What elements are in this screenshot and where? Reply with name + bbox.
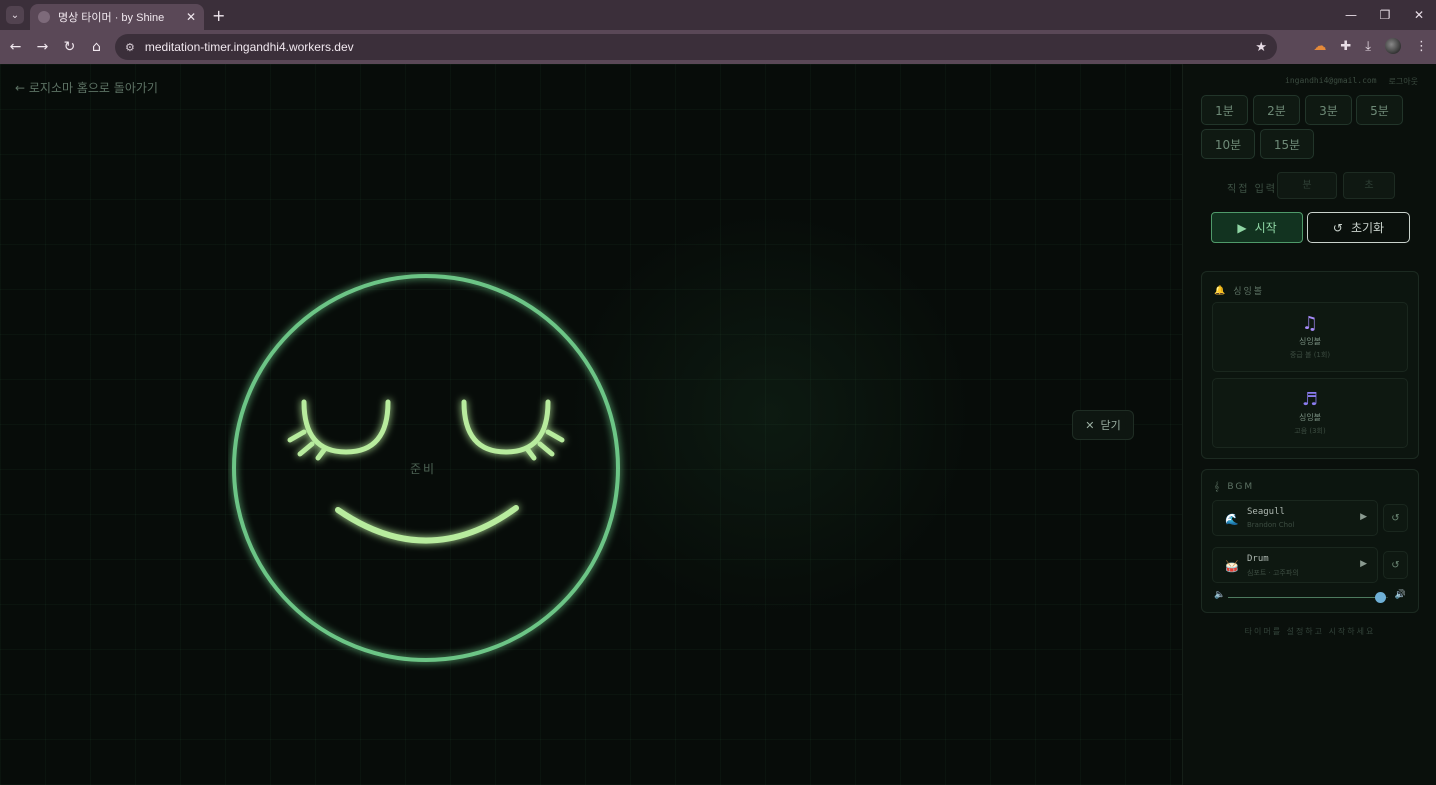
play-icon: ▶ (1237, 220, 1247, 235)
preset-1min-button[interactable]: 1분 (1201, 95, 1248, 125)
sound-subtitle: 중급 볼 (1회) (1289, 351, 1331, 359)
browser-toolbar: ← → ↻ ⌂ ⚙ meditation-timer.ingandhi4.wor… (0, 30, 1436, 64)
restore-icon[interactable]: ❐ (1368, 0, 1402, 30)
minutes-input[interactable]: 분 (1277, 172, 1337, 199)
forward-arrow-icon[interactable]: → (29, 39, 56, 55)
bgm-track-seagull[interactable]: 🌊 Seagull Brandon Chol ▶ (1212, 500, 1378, 536)
volume-fill (1228, 597, 1380, 598)
account-info: ingandhi4@gmail.com 로그아웃 (1285, 76, 1418, 87)
preset-15min-button[interactable]: 15분 (1260, 129, 1314, 159)
preset-2min-button[interactable]: 2분 (1253, 95, 1300, 125)
new-tab-icon[interactable]: + (212, 6, 225, 25)
bgm-track-drum[interactable]: 🥁 Drum 심포트 · 고주파의 ▶ (1212, 547, 1378, 583)
close-icon: ✕ (1085, 418, 1095, 432)
bgm-title: BGM (1227, 482, 1255, 492)
globe-icon (38, 11, 50, 23)
start-button-label: 시작 (1254, 221, 1277, 235)
preset-5min-button[interactable]: 5분 (1356, 95, 1403, 125)
url-text[interactable]: meditation-timer.ingandhi4.workers.dev (145, 40, 1255, 54)
sound-subtitle: 고음 (3회) (1294, 427, 1326, 435)
volume-slider[interactable] (1228, 592, 1388, 603)
browser-tab[interactable]: 명상 타이머 · by Shine ✕ (30, 4, 204, 30)
preset-3min-button[interactable]: 3분 (1305, 95, 1352, 125)
reset-button[interactable]: ↺ 초기화 (1307, 212, 1410, 243)
extension-area: ☁ ✚ ⤓ ⋮ (1313, 38, 1428, 54)
bell-icon: 🔔 (1214, 285, 1228, 296)
tab-title: 명상 타이머 · by Shine (58, 12, 165, 24)
start-button[interactable]: ▶ 시작 (1211, 212, 1303, 243)
close-tab-icon[interactable]: ✕ (186, 10, 196, 24)
direct-input-label: 직접 입력 (1227, 184, 1277, 195)
home-icon[interactable]: ⌂ (83, 39, 110, 55)
singing-bowl-triple-tile[interactable]: ♬ 싱잉볼 고음 (3회) (1212, 378, 1408, 448)
singing-bowl-single-tile[interactable]: ♫ 싱잉볼 중급 볼 (1회) (1212, 302, 1408, 372)
cloud-extension-icon[interactable]: ☁ (1313, 39, 1326, 54)
reset-button-label: 초기화 (1350, 221, 1385, 235)
tab-search-button[interactable]: ⌄ (6, 6, 24, 24)
track-artist: Brandon Chol (1247, 521, 1295, 529)
play-track-icon[interactable]: ▶ (1360, 512, 1367, 522)
seconds-input[interactable]: 초 (1343, 172, 1395, 199)
back-home-link[interactable]: ← 로지소마 홈으로 돌아가기 (15, 79, 158, 96)
page: ← 로지소마 홈으로 돌아가기 준비 ✕ 닫기 ingandhi4@gmail.… (0, 64, 1436, 785)
loop-seagull-button[interactable]: ↺ (1383, 504, 1408, 532)
menu-kebab-icon[interactable]: ⋮ (1415, 39, 1428, 54)
reload-icon[interactable]: ↻ (56, 39, 83, 55)
puzzle-extension-icon[interactable]: ✚ (1340, 39, 1351, 54)
preset-10min-button[interactable]: 10분 (1201, 129, 1255, 159)
minimize-icon[interactable]: — (1334, 0, 1368, 30)
bookmark-star-icon[interactable]: ★ (1255, 40, 1267, 55)
volume-knob[interactable] (1374, 592, 1386, 603)
play-track-icon[interactable]: ▶ (1360, 559, 1367, 569)
bgm-card: 𝄞 BGM 🌊 Seagull Brandon Chol ▶ ↺ 🥁 Drum … (1201, 469, 1419, 613)
track-title: Drum (1247, 554, 1269, 564)
singing-bowl-header: 🔔 싱잉볼 (1214, 284, 1265, 298)
volume-low-icon: 🔈 (1214, 590, 1226, 600)
close-button-label: 닫기 (1100, 419, 1121, 432)
left-eye (301, 399, 391, 455)
status-ready-label: 준비 (410, 462, 437, 476)
smile-mouth (335, 505, 519, 544)
volume-control: 🔈 🔊 (1212, 590, 1408, 604)
singing-bowl-title: 싱잉볼 (1233, 287, 1265, 297)
control-panel: ingandhi4@gmail.com 로그아웃 1분 2분 3분 5분 10분… (1182, 64, 1436, 785)
window-controls: — ❐ ✕ (1334, 0, 1436, 30)
volume-high-icon: 🔊 (1394, 590, 1406, 600)
right-eye (461, 399, 551, 455)
bgm-header: 𝄞 BGM (1214, 482, 1254, 492)
wave-icon: 🌊 (1225, 513, 1239, 526)
site-settings-icon[interactable]: ⚙ (125, 41, 135, 54)
timer-stage: ← 로지소마 홈으로 돌아가기 준비 ✕ 닫기 (0, 64, 1182, 785)
loop-drum-button[interactable]: ↺ (1383, 551, 1408, 579)
singing-bowl-card: 🔔 싱잉볼 ♫ 싱잉볼 중급 볼 (1회) ♬ 싱잉볼 고음 (3회) (1201, 271, 1419, 459)
track-title: Seagull (1247, 507, 1285, 517)
drum-icon: 🥁 (1225, 560, 1239, 573)
logout-link[interactable]: 로그아웃 (1389, 76, 1418, 87)
browser-tab-bar: ⌄ 명상 타이머 · by Shine ✕ + — ❐ ✕ (0, 0, 1436, 30)
profile-avatar[interactable] (1385, 38, 1401, 54)
download-icon[interactable]: ⤓ (1365, 39, 1371, 54)
timer-hint: 타이머를 설정하고 시작하세요 (1244, 627, 1376, 636)
sound-name: 싱잉볼 (1298, 413, 1322, 422)
reset-icon: ↺ (1332, 220, 1343, 235)
back-arrow-icon[interactable]: ← (2, 39, 29, 55)
music-icon: 𝄞 (1214, 482, 1222, 492)
address-bar[interactable]: ⚙ meditation-timer.ingandhi4.workers.dev… (115, 34, 1277, 60)
sound-name: 싱잉볼 (1298, 337, 1322, 346)
music-note-icon: ♫ (1301, 313, 1319, 334)
track-artist: 심포트 · 고주파의 (1247, 569, 1299, 577)
user-email: ingandhi4@gmail.com (1285, 76, 1377, 85)
close-window-icon[interactable]: ✕ (1402, 0, 1436, 30)
close-button[interactable]: ✕ 닫기 (1072, 410, 1134, 440)
music-notes-icon: ♬ (1301, 389, 1319, 410)
